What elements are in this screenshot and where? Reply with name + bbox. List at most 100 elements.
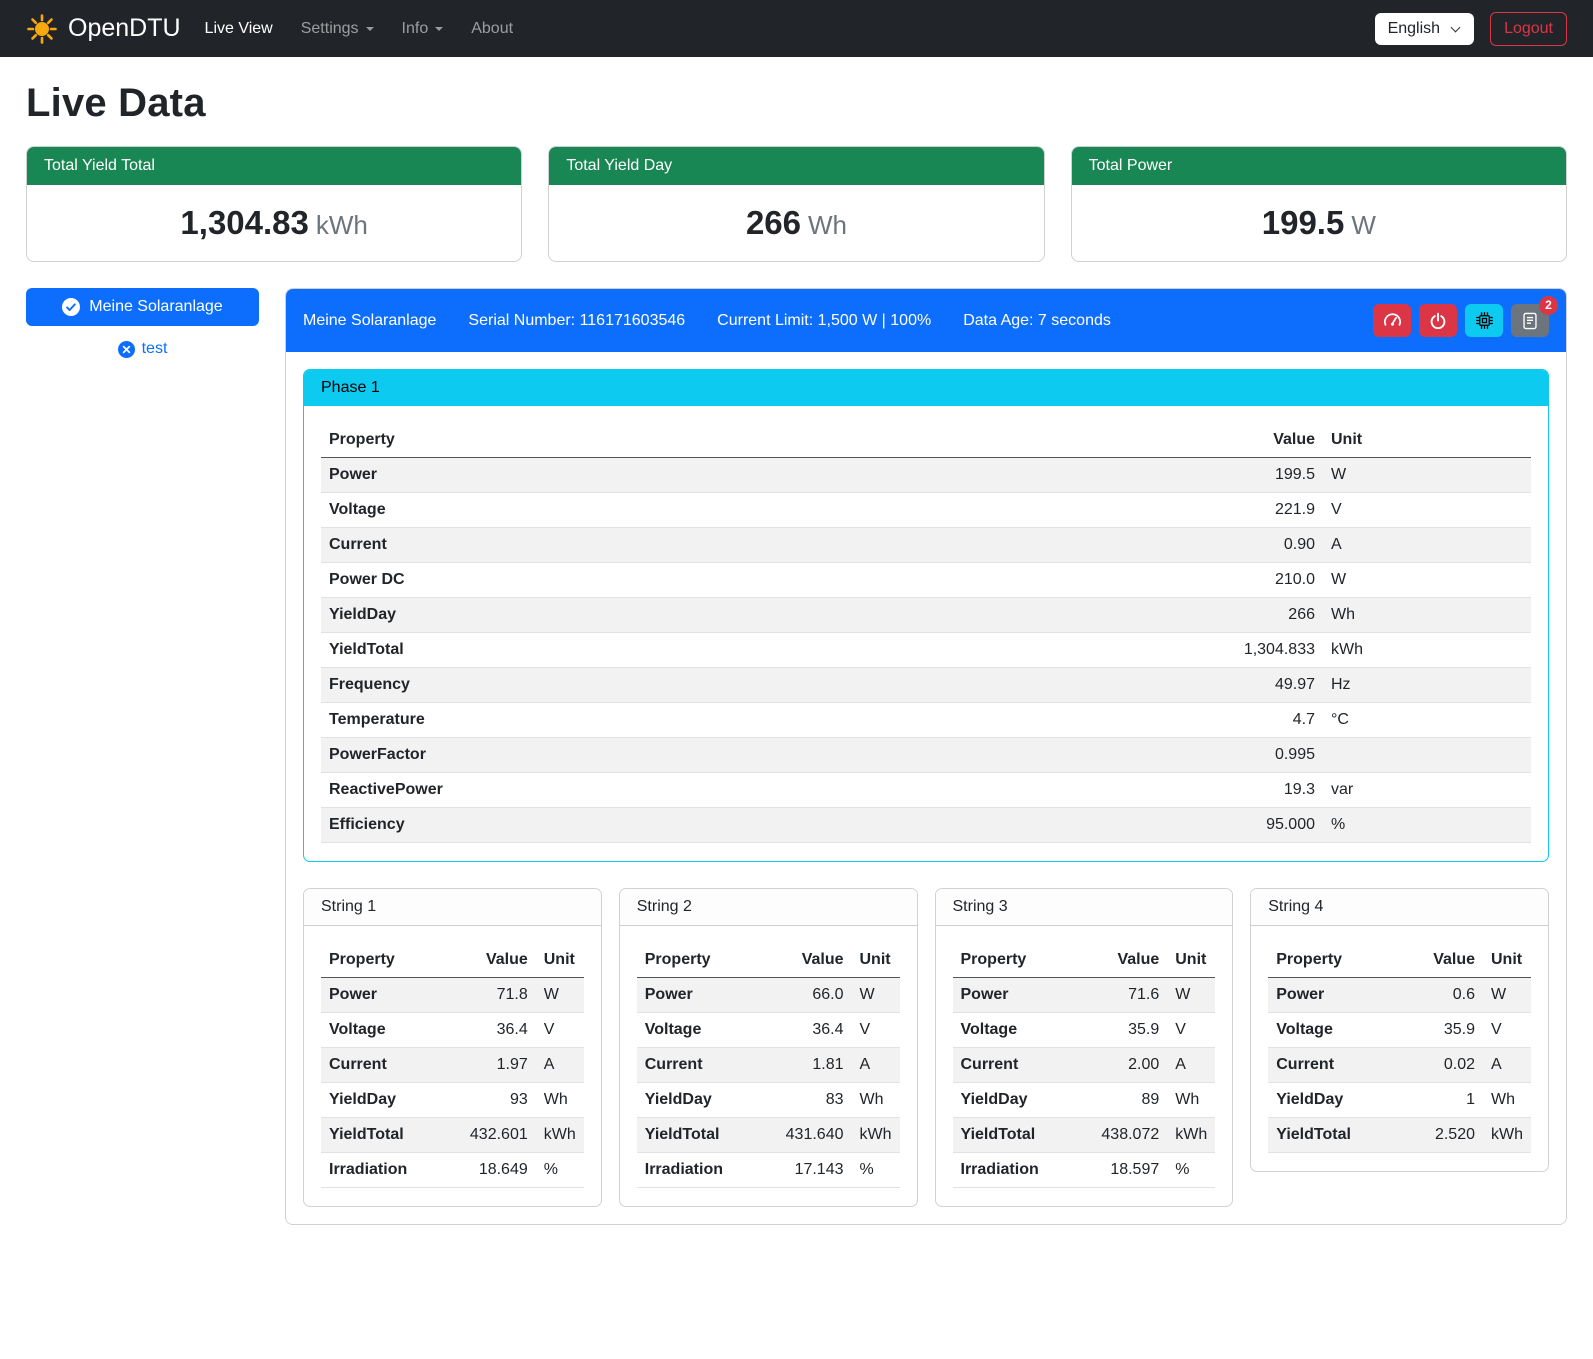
summary-cards: Total Yield Total 1,304.83kWh Total Yiel… [26,146,1567,262]
table-row: Current0.90A [321,528,1531,563]
brand[interactable]: OpenDTU [26,13,181,45]
inverter-select-button[interactable]: Meine Solaranlage [26,288,259,326]
column-header-property: Property [321,423,1213,458]
nav-settings[interactable]: Settings [287,12,388,46]
table-row: Power66.0W [637,978,900,1013]
summary-card-title: Total Yield Day [549,147,1043,185]
value-cell: 19.3 [1213,773,1323,808]
column-header-value: Value [1087,943,1167,978]
table-row: Irradiation17.143% [637,1153,900,1188]
value-cell: 0.02 [1403,1048,1483,1083]
table-row: Efficiency95.000% [321,808,1531,843]
property-cell: Power [321,458,1213,493]
table-row: YieldDay89Wh [953,1083,1216,1118]
string-card-body: Property Value Unit Power0.6WVoltage35.9… [1251,926,1548,1171]
unit-cell: W [1167,978,1215,1013]
logout-button[interactable]: Logout [1490,12,1567,46]
string-card-body: Property Value Unit Power71.6WVoltage35.… [936,926,1233,1206]
column-header-value: Value [1213,423,1323,458]
chevron-down-icon [1451,22,1461,32]
nav-about[interactable]: About [457,12,527,46]
value-cell: 438.072 [1087,1118,1167,1153]
nav-info[interactable]: Info [388,12,458,46]
string-table: Property Value Unit Power0.6WVoltage35.9… [1268,943,1531,1153]
value-cell: 36.4 [456,1013,536,1048]
property-cell: YieldDay [1268,1083,1403,1118]
unit-cell: V [536,1013,584,1048]
gauge-icon [1383,311,1402,330]
value-cell: 71.8 [456,978,536,1013]
phase-table: Property Value Unit Power199.5WVoltage22… [321,423,1531,843]
summary-unit: W [1351,210,1376,240]
property-cell: Temperature [321,703,1213,738]
unit-cell: var [1323,773,1531,808]
inverter-select-test[interactable]: test [26,340,259,358]
unit-cell: W [1323,563,1531,598]
property-cell: Power [1268,978,1403,1013]
property-cell: PowerFactor [321,738,1213,773]
property-cell: Voltage [321,493,1213,528]
nav-about-label: About [471,20,513,38]
limit-settings-button[interactable] [1373,304,1411,337]
unit-cell [1323,738,1531,773]
table-row: YieldDay266Wh [321,598,1531,633]
value-cell: 83 [772,1083,852,1118]
property-cell: Irradiation [953,1153,1088,1188]
phase-card-body: Property Value Unit Power199.5WVoltage22… [304,406,1548,861]
property-cell: Voltage [637,1013,772,1048]
value-cell: 17.143 [772,1153,852,1188]
unit-cell: V [1167,1013,1215,1048]
column-header-property: Property [953,943,1088,978]
nav-live-view[interactable]: Live View [191,12,287,46]
inverter-data-age: Data Age: 7 seconds [963,312,1111,330]
nav-live-view-label: Live View [205,20,273,38]
table-row: PowerFactor0.995 [321,738,1531,773]
table-row: Power199.5W [321,458,1531,493]
value-cell: 1.97 [456,1048,536,1083]
property-cell: Power [953,978,1088,1013]
language-select[interactable]: English [1375,13,1474,45]
unit-cell: % [1167,1153,1215,1188]
table-row: YieldDay93Wh [321,1083,584,1118]
unit-cell: W [1483,978,1531,1013]
inverter-test-label: test [142,340,168,358]
unit-cell: A [536,1048,584,1083]
value-cell: 35.9 [1403,1013,1483,1048]
table-row: Current1.97A [321,1048,584,1083]
table-row: Voltage36.4V [321,1013,584,1048]
power-button[interactable] [1419,304,1457,337]
x-circle-icon [118,341,135,358]
navbar-right: English Logout [1375,12,1567,46]
value-cell: 0.90 [1213,528,1323,563]
summary-unit: kWh [316,210,368,240]
inverter-sidebar: Meine Solaranlage test [26,288,259,358]
table-row: Power0.6W [1268,978,1531,1013]
table-row: Voltage35.9V [953,1013,1216,1048]
inverter-button-label: Meine Solaranlage [89,298,222,316]
table-row: Current1.81A [637,1048,900,1083]
value-cell: 49.97 [1213,668,1323,703]
summary-value: 1,304.83 [180,204,308,241]
column-header-unit: Unit [536,943,584,978]
value-cell: 2.520 [1403,1118,1483,1153]
column-header-value: Value [772,943,852,978]
strings-grid: String 1 Property Value Unit Power71.8WV… [303,888,1549,1207]
device-info-button[interactable] [1465,304,1503,337]
power-icon [1429,312,1447,330]
value-cell: 0.6 [1403,978,1483,1013]
column-header-property: Property [637,943,772,978]
string-table: Property Value Unit Power71.6WVoltage35.… [953,943,1216,1188]
column-header-unit: Unit [852,943,900,978]
property-cell: Current [321,528,1213,563]
table-row: Current2.00A [953,1048,1216,1083]
summary-card-body: 266Wh [549,185,1043,261]
inverter-actions: 2 [1373,304,1549,337]
unit-cell: V [1483,1013,1531,1048]
event-log-button[interactable]: 2 [1511,304,1549,337]
unit-cell: kWh [1483,1118,1531,1153]
table-row: Irradiation18.649% [321,1153,584,1188]
property-cell: YieldTotal [1268,1118,1403,1153]
property-cell: YieldDay [321,1083,456,1118]
property-cell: Irradiation [637,1153,772,1188]
unit-cell: W [1323,458,1531,493]
